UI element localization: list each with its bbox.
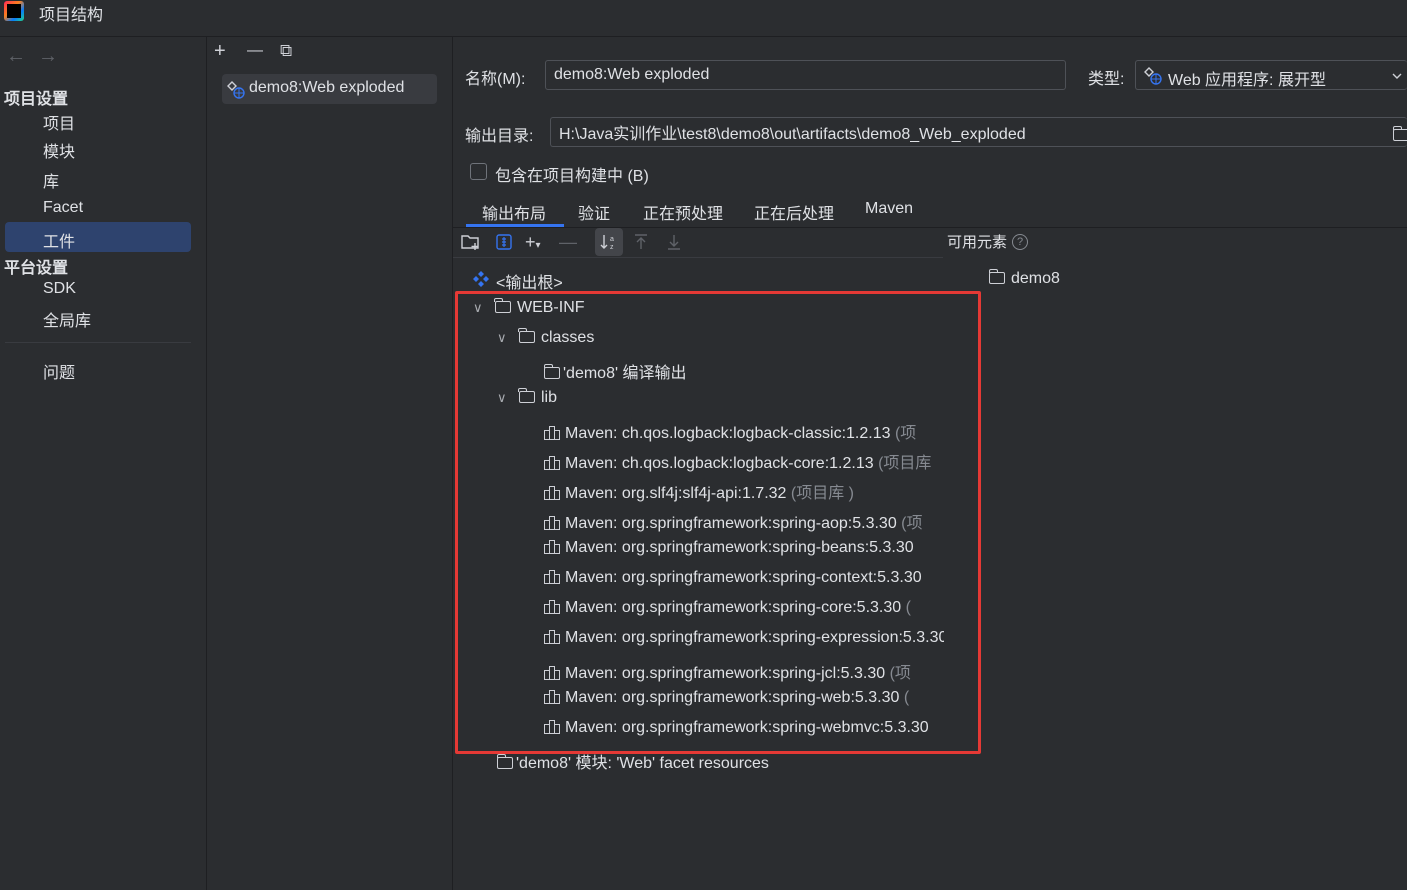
- toolbar-separator: [453, 257, 943, 258]
- nav-divider: [5, 342, 191, 343]
- artifacts-list-panel: + — ⧉ demo8:Web exploded: [207, 37, 453, 890]
- help-icon[interactable]: ?: [1012, 234, 1028, 250]
- output-root-icon: [473, 271, 489, 287]
- window-title: 项目结构: [39, 7, 104, 24]
- nav-item-problems[interactable]: 问题: [43, 359, 75, 383]
- web-artifact-icon: [227, 81, 245, 99]
- svg-text:z: z: [610, 244, 614, 251]
- output-dir-label: 输出目录:: [465, 128, 534, 145]
- name-label: 名称(M):: [465, 71, 526, 88]
- sort-toggle-button[interactable]: a z: [595, 228, 623, 256]
- nav-item-sdk[interactable]: SDK: [43, 280, 76, 298]
- tab-validation[interactable]: 验证: [578, 200, 610, 224]
- web-resources-icon: [496, 754, 513, 769]
- web-artifact-icon: [1144, 67, 1162, 85]
- sort-alpha-icon: a z: [600, 235, 614, 251]
- remove-icon[interactable]: —: [247, 39, 263, 63]
- type-dropdown[interactable]: Web 应用程序: 展开型: [1135, 60, 1407, 90]
- tree-facet-resources-label: 'demo8' 模块: 'Web' facet resources: [516, 755, 769, 772]
- available-item-demo8[interactable]: demo8: [988, 269, 1060, 288]
- platform-settings-header: 平台设置: [4, 260, 69, 277]
- highlight-annotation-box: [455, 291, 981, 754]
- output-dir-input[interactable]: [550, 117, 1407, 147]
- nav-item-project[interactable]: 项目: [43, 110, 75, 134]
- project-settings-header: 项目设置: [4, 91, 69, 108]
- move-down-icon[interactable]: [665, 233, 683, 251]
- tab-postprocessing[interactable]: 正在后处理: [754, 200, 834, 224]
- available-item-label: demo8: [1011, 270, 1060, 287]
- settings-nav: ← → 项目设置 项目 模块 库 Facet 工件 平台设置 SDK 全局库 问…: [0, 37, 207, 890]
- browse-folder-icon[interactable]: [1392, 126, 1407, 141]
- svg-text:a: a: [610, 236, 614, 243]
- add-copy-icon[interactable]: +▾: [525, 231, 541, 257]
- move-up-icon[interactable]: [632, 233, 650, 251]
- intellij-logo-icon: [4, 1, 24, 21]
- tab-preprocessing[interactable]: 正在预处理: [643, 200, 723, 224]
- chevron-down-icon: [1392, 73, 1402, 79]
- new-directory-icon[interactable]: [461, 233, 481, 251]
- artifact-list-item-label: demo8:Web exploded: [249, 79, 405, 96]
- nav-selection-highlight: [5, 222, 191, 252]
- module-folder-icon: [988, 269, 1005, 284]
- nav-item-facets[interactable]: Facet: [43, 199, 83, 217]
- tab-output-layout[interactable]: 输出布局: [482, 200, 546, 224]
- type-label: 类型:: [1088, 71, 1125, 88]
- include-in-build-checkbox[interactable]: [470, 163, 487, 180]
- copy-icon[interactable]: ⧉: [280, 39, 292, 63]
- new-archive-icon[interactable]: [495, 233, 513, 251]
- nav-item-artifacts[interactable]: 工件: [43, 228, 75, 252]
- remove-element-icon[interactable]: —: [559, 231, 577, 253]
- tab-maven[interactable]: Maven: [865, 200, 913, 218]
- available-elements-label: 可用元素: [947, 234, 1008, 251]
- nav-item-libraries[interactable]: 库: [43, 168, 59, 192]
- title-bar: 项目结构: [0, 0, 1407, 37]
- include-in-build-label: 包含在项目构建中 (B): [495, 168, 649, 185]
- name-input[interactable]: [545, 60, 1066, 90]
- nav-item-global-libraries[interactable]: 全局库: [43, 307, 91, 331]
- tree-output-root[interactable]: <输出根>: [496, 269, 563, 293]
- add-icon[interactable]: +: [214, 39, 226, 63]
- type-dropdown-value: Web 应用程序: 展开型: [1168, 72, 1326, 89]
- nav-item-modules[interactable]: 模块: [43, 138, 75, 162]
- forward-arrow-icon[interactable]: →: [38, 45, 58, 68]
- back-arrow-icon[interactable]: ←: [6, 45, 26, 68]
